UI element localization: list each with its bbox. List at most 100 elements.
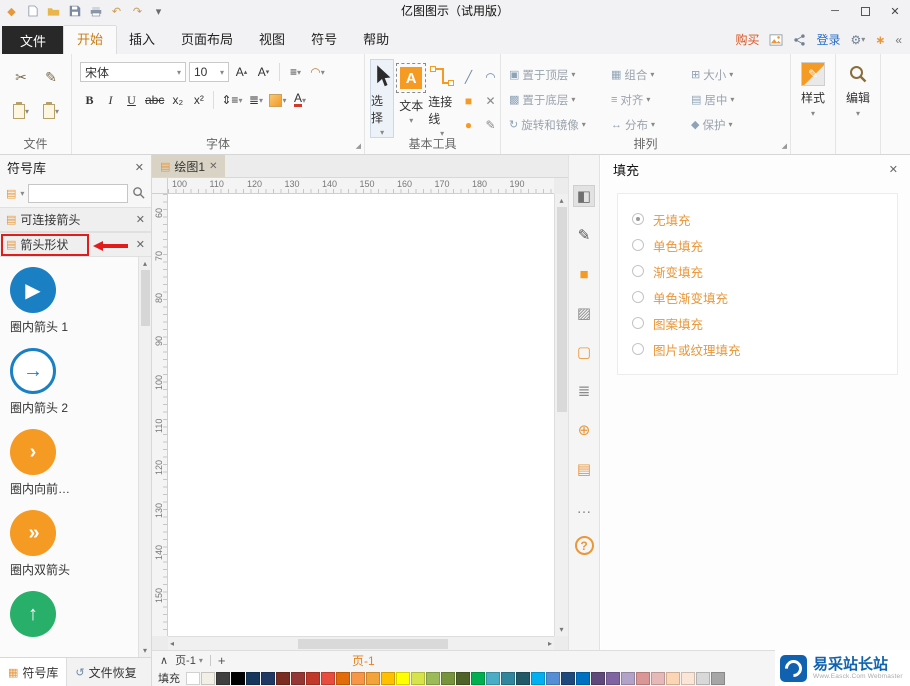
pen-tool-icon[interactable]: ✎	[485, 118, 495, 132]
palette-swatch[interactable]	[591, 671, 605, 685]
font-size-select[interactable]: 10 ▾	[189, 62, 229, 82]
arrange-item-4[interactable]: ▩ 置于底层 ▾	[509, 92, 611, 108]
radio-icon[interactable]	[632, 317, 644, 329]
scroll-down-icon[interactable]: ▾	[555, 625, 568, 634]
palette-swatch[interactable]	[366, 671, 380, 685]
ellipse-tool-icon[interactable]: ●	[465, 118, 472, 132]
delete-tool-icon[interactable]: ✕	[485, 94, 495, 108]
open-folder-icon[interactable]	[46, 3, 61, 19]
drawing-canvas[interactable]	[168, 194, 554, 636]
close-tab-icon[interactable]: ✕	[209, 161, 217, 172]
arrange-item-6[interactable]: ▤ 居中 ▾	[691, 92, 771, 108]
new-document-icon[interactable]	[25, 3, 40, 19]
align-icon[interactable]: ≡ ▾	[286, 62, 305, 82]
line-tool-icon[interactable]: ╱	[465, 70, 472, 84]
palette-swatch[interactable]	[501, 671, 515, 685]
close-library-icon[interactable]: ✕	[136, 238, 145, 251]
arrange-item-5[interactable]: ≡ 对齐 ▾	[611, 92, 691, 108]
close-panel-icon[interactable]: ✕	[135, 161, 144, 174]
arrange-item-9[interactable]: ◆ 保护 ▾	[691, 117, 771, 133]
undo-icon[interactable]: ↶	[109, 3, 124, 19]
font-name-select[interactable]: 宋体 ▾	[80, 62, 186, 82]
line-style-tool-icon[interactable]: ✎	[573, 224, 595, 246]
tab-帮助[interactable]: 帮助	[350, 26, 402, 54]
hyperlink-tool-icon[interactable]: ⊕	[573, 419, 595, 441]
fill-option-5[interactable]: 图案填充	[632, 310, 897, 336]
cut-icon[interactable]: ✂	[15, 69, 27, 86]
print-icon[interactable]	[88, 3, 103, 19]
fill-tool-icon[interactable]: ◧	[573, 185, 595, 207]
strikethrough-button[interactable]: abc	[143, 90, 166, 110]
rectangle-tool-icon[interactable]: ■	[465, 94, 472, 108]
minimize-button[interactable]: ─	[820, 0, 850, 22]
connector-tool-button[interactable]: 连接线 ▾	[428, 59, 456, 138]
radio-icon[interactable]	[632, 265, 644, 277]
settings-gear-icon[interactable]: ⚙ ▾	[850, 33, 865, 47]
fill-option-3[interactable]: 渐变填充	[632, 258, 897, 284]
superscript-button[interactable]: x²	[189, 90, 208, 110]
export-image-icon[interactable]	[769, 33, 783, 46]
palette-swatch[interactable]	[396, 671, 410, 685]
palette-swatch[interactable]	[576, 671, 590, 685]
text-on-curve-icon[interactable]: ◠ ▾	[308, 62, 327, 82]
palette-swatch[interactable]	[666, 671, 680, 685]
radio-icon[interactable]	[632, 343, 644, 355]
decrease-font-icon[interactable]: A ▾	[254, 62, 273, 82]
arrange-item-1[interactable]: ▣ 置于顶层 ▾	[509, 67, 611, 83]
login-link[interactable]: 登录	[816, 31, 840, 48]
italic-button[interactable]: I	[101, 90, 120, 110]
share-icon[interactable]	[793, 33, 806, 46]
redo-icon[interactable]: ↷	[130, 3, 145, 19]
palette-swatch[interactable]	[381, 671, 395, 685]
radio-icon[interactable]	[632, 213, 644, 225]
palette-swatch[interactable]	[636, 671, 650, 685]
tab-符号[interactable]: 符号	[298, 26, 350, 54]
palette-swatch[interactable]	[696, 671, 710, 685]
palette-swatch[interactable]	[651, 671, 665, 685]
close-button[interactable]: ✕	[880, 0, 910, 22]
radio-icon[interactable]	[632, 291, 644, 303]
palette-swatch[interactable]	[426, 671, 440, 685]
palette-swatch[interactable]	[606, 671, 620, 685]
symbol-item[interactable]: › 圈内向前…	[10, 429, 137, 497]
fill-option-1[interactable]: 无填充	[632, 206, 897, 232]
arrange-dialog-launcher-icon[interactable]: ◢	[782, 142, 787, 150]
select-tool-button[interactable]: 选择 ▾	[370, 59, 395, 138]
highlight-color-icon[interactable]: ▾	[267, 90, 288, 110]
text-tool-button[interactable]: A 文本 ▾	[396, 59, 427, 138]
bold-button[interactable]: B	[80, 90, 99, 110]
maximize-button[interactable]	[850, 0, 880, 22]
style-button[interactable]: ✎ 样式 ▾	[791, 54, 835, 118]
save-icon[interactable]	[67, 3, 82, 19]
bullet-list-icon[interactable]: ≣ ▾	[246, 90, 265, 110]
palette-swatch[interactable]	[441, 671, 455, 685]
underline-button[interactable]: U	[122, 90, 141, 110]
picture-tool-icon[interactable]: ▨	[573, 302, 595, 324]
symbol-search-input[interactable]	[28, 184, 128, 203]
symbol-search-icon[interactable]	[132, 186, 145, 202]
tab-视图[interactable]: 视图	[246, 26, 298, 54]
expand-panel-icon[interactable]: ∧	[160, 654, 168, 667]
palette-swatch[interactable]	[291, 671, 305, 685]
font-dialog-launcher-icon[interactable]: ◢	[356, 142, 361, 150]
horizontal-scrollbar[interactable]: ◂ ▸	[168, 636, 554, 650]
quick-color-tool-icon[interactable]: ■	[573, 263, 595, 285]
palette-swatch[interactable]	[546, 671, 560, 685]
comment-tool-icon[interactable]: …	[573, 497, 595, 519]
panel-tab-symbol-library[interactable]: ▦ 符号库	[0, 658, 68, 686]
scroll-right-icon[interactable]: ▸	[548, 639, 552, 648]
palette-swatch[interactable]	[711, 671, 725, 685]
palette-swatch[interactable]	[471, 671, 485, 685]
symbol-item[interactable]: ▶ 圈内箭头 1	[10, 267, 137, 335]
active-page-tab[interactable]: 页-1	[352, 652, 375, 669]
library-section-arrow-shapes[interactable]: ▤ 箭头形状 ✕	[0, 232, 151, 257]
copy-icon[interactable]: ▾	[42, 101, 59, 119]
help-tool-icon[interactable]: ?	[574, 536, 594, 555]
increase-font-icon[interactable]: A ▴	[232, 62, 251, 82]
palette-swatch[interactable]	[231, 671, 245, 685]
fill-option-2[interactable]: 单色填充	[632, 232, 897, 258]
scroll-up-icon[interactable]: ▴	[555, 196, 568, 205]
palette-swatch[interactable]	[411, 671, 425, 685]
qat-customize-icon[interactable]: ▾	[151, 3, 166, 19]
library-section-connectable-arrows[interactable]: ▤ 可连接箭头 ✕	[0, 207, 151, 232]
